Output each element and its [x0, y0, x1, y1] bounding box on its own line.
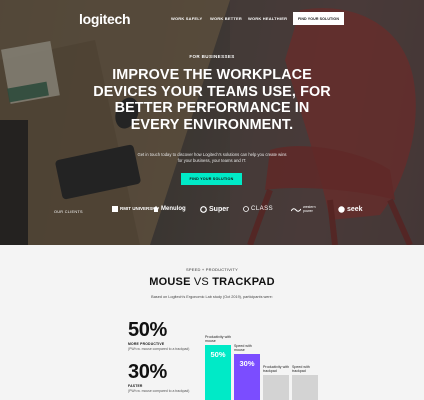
- menulog-logo: Menulog: [153, 206, 186, 212]
- logitech-logo[interactable]: logitech: [79, 11, 131, 27]
- bar-caption: Productivity with mouse: [205, 334, 231, 343]
- chart-bar: 30%: [234, 354, 260, 400]
- nav-link-work-better[interactable]: WORK BETTER: [210, 16, 242, 21]
- our-clients-label: OUR CLIENTS: [54, 210, 83, 214]
- bar-caption: Speed with mouse: [234, 343, 252, 352]
- seek-dots-icon: [338, 206, 345, 213]
- super-q-icon: [200, 206, 207, 213]
- hero-headline: IMPROVE THE WORKPLACE DEVICES YOUR TEAMS…: [93, 67, 331, 133]
- seek-logo: seek: [338, 206, 363, 213]
- stat-productivity-number: 50%: [128, 319, 167, 341]
- hero-subtext: Get in touch today to discover how Logit…: [137, 152, 287, 163]
- section-eyebrow: SPEED + PRODUCTIVITY: [186, 267, 238, 272]
- western-power-wave-icon: [291, 207, 301, 212]
- title-vs: VS: [193, 276, 209, 288]
- title-trackpad: TRACKPAD: [212, 276, 275, 288]
- rmit-mark-icon: [112, 206, 118, 212]
- bar-value-label: 50%: [210, 350, 226, 359]
- bar-value-label: 30%: [239, 359, 255, 368]
- client-logos-row: OUR CLIENTS RMIT UNIVERSITY Menulog Supe…: [0, 205, 424, 222]
- find-solution-nav-button[interactable]: FIND YOUR SOLUTION: [293, 12, 344, 25]
- chart-bar: [292, 375, 318, 400]
- chart-bar: [263, 375, 289, 400]
- stat-speed: 30% FASTER (PWh w. mouse compared to a t…: [128, 362, 189, 393]
- hero-eyebrow: FOR BUSINESSES: [189, 54, 235, 59]
- find-solution-hero-button[interactable]: FIND YOUR SOLUTION: [181, 173, 242, 185]
- chart-bar: 50%: [205, 345, 231, 400]
- nav-link-work-safely[interactable]: WORK SAFELY: [171, 16, 202, 21]
- nav-link-work-healthier[interactable]: WORK HEALTHIER: [248, 16, 287, 21]
- class-logo: CLASS: [243, 206, 273, 212]
- stat-speed-number: 30%: [128, 361, 167, 383]
- section-title: MOUSE VS TRACKPAD: [0, 276, 424, 288]
- menulog-house-icon: [153, 206, 159, 212]
- section-subtext: Based on Logitech's Ergonomic Lab study …: [151, 295, 273, 299]
- stat-productivity-label: MORE PRODUCTIVE: [128, 342, 165, 346]
- stat-productivity-desc: (PWh w. mouse compared to a trackpad): [128, 347, 190, 351]
- comparison-bar-chart: Productivity with mouse 50% Speed with mou…: [205, 320, 325, 400]
- bar-caption: Productivity with trackpad: [263, 364, 289, 373]
- stat-speed-label: FASTER: [128, 384, 143, 388]
- bar-caption: Speed with trackpad: [292, 364, 310, 373]
- productivity-section: SPEED + PRODUCTIVITY MOUSE VS TRACKPAD B…: [0, 245, 424, 400]
- class-mark-icon: [243, 206, 249, 212]
- super-logo: Super: [200, 206, 229, 213]
- western-power-logo: western power: [291, 205, 319, 213]
- top-navigation: logitech WORK SAFELY WORK BETTER WORK HE…: [0, 0, 424, 38]
- title-mouse: MOUSE: [149, 276, 191, 288]
- stat-productivity: 50% MORE PRODUCTIVE (PWh w. mouse compar…: [128, 320, 189, 351]
- hero-section: logitech WORK SAFELY WORK BETTER WORK HE…: [0, 0, 424, 245]
- stat-speed-desc: (PWh w. mouse compared to a trackpad): [128, 389, 190, 393]
